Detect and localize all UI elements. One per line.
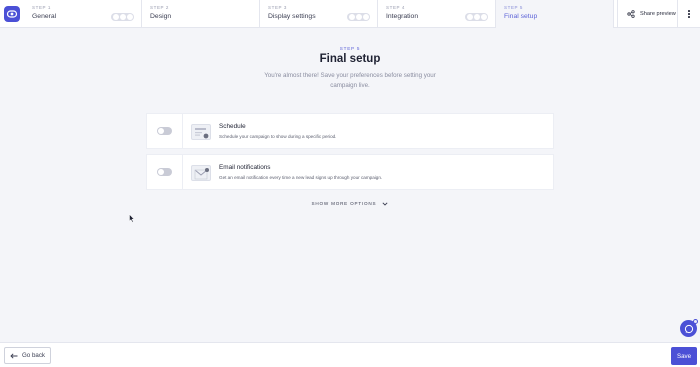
step-title: Design [150,13,172,20]
step-integration[interactable]: STEP 4 Integration [378,0,496,28]
share-preview-label: Share preview [640,11,676,17]
step-final-setup[interactable]: STEP 5 Final setup [496,0,614,28]
step-number: STEP 4 [386,5,406,10]
footer-bar: Go back Save [0,342,700,367]
envelope-icon [191,165,211,181]
step-design[interactable]: STEP 2 Design [142,0,260,28]
schedule-option-card: Schedule Schedule your campaign to show … [146,113,554,149]
chat-icon [684,324,693,333]
more-menu-button[interactable] [677,0,700,28]
schedule-title: Schedule [219,123,246,130]
step-number: STEP 5 [504,5,524,10]
step-display-settings[interactable]: STEP 3 Display settings [260,0,378,28]
email-notifications-toggle[interactable] [157,168,172,176]
chat-support-button[interactable] [680,319,698,337]
share-preview-button[interactable]: Share preview [617,0,677,28]
arrow-left-icon [10,352,18,359]
calendar-icon [191,124,211,140]
chevron-down-icon [382,202,389,206]
step-title: Final setup [504,13,538,20]
email-notifications-toggle-cell [147,155,183,189]
schedule-toggle-cell [147,114,183,148]
app-logo[interactable] [0,0,24,28]
step-number: STEP 3 [268,5,288,10]
logo-icon [4,6,20,22]
email-notifications-title: Email notifications [219,164,271,171]
notification-dot [693,319,698,324]
schedule-toggle[interactable] [157,127,172,135]
step-progress-indicator [347,13,370,21]
page-subtitle: You're almost there! Save your preferenc… [264,72,436,89]
page-title: Final setup [319,53,381,65]
show-more-options-button[interactable]: SHOW MORE OPTIONS [0,201,700,206]
step-number: STEP 1 [32,5,52,10]
email-notifications-description: Get an email notification every time a n… [219,175,383,180]
share-icon [627,10,635,18]
mouse-cursor-icon [129,214,135,223]
step-progress-indicator [111,13,134,21]
go-back-label: Go back [21,352,46,359]
step-number: STEP 2 [150,5,170,10]
show-more-label: SHOW MORE OPTIONS [311,201,377,206]
save-button[interactable]: Save [671,347,697,365]
step-progress-indicator [465,13,488,21]
stepper-bar: STEP 1 General STEP 2 Design STEP 3 Disp… [0,0,700,28]
email-notifications-option-card: Email notifications Get an email notific… [146,154,554,190]
step-eyebrow: STEP 5 [339,46,361,51]
go-back-button[interactable]: Go back [4,347,51,364]
step-general[interactable]: STEP 1 General [24,0,142,28]
schedule-description: Schedule your campaign to show during a … [219,134,337,139]
